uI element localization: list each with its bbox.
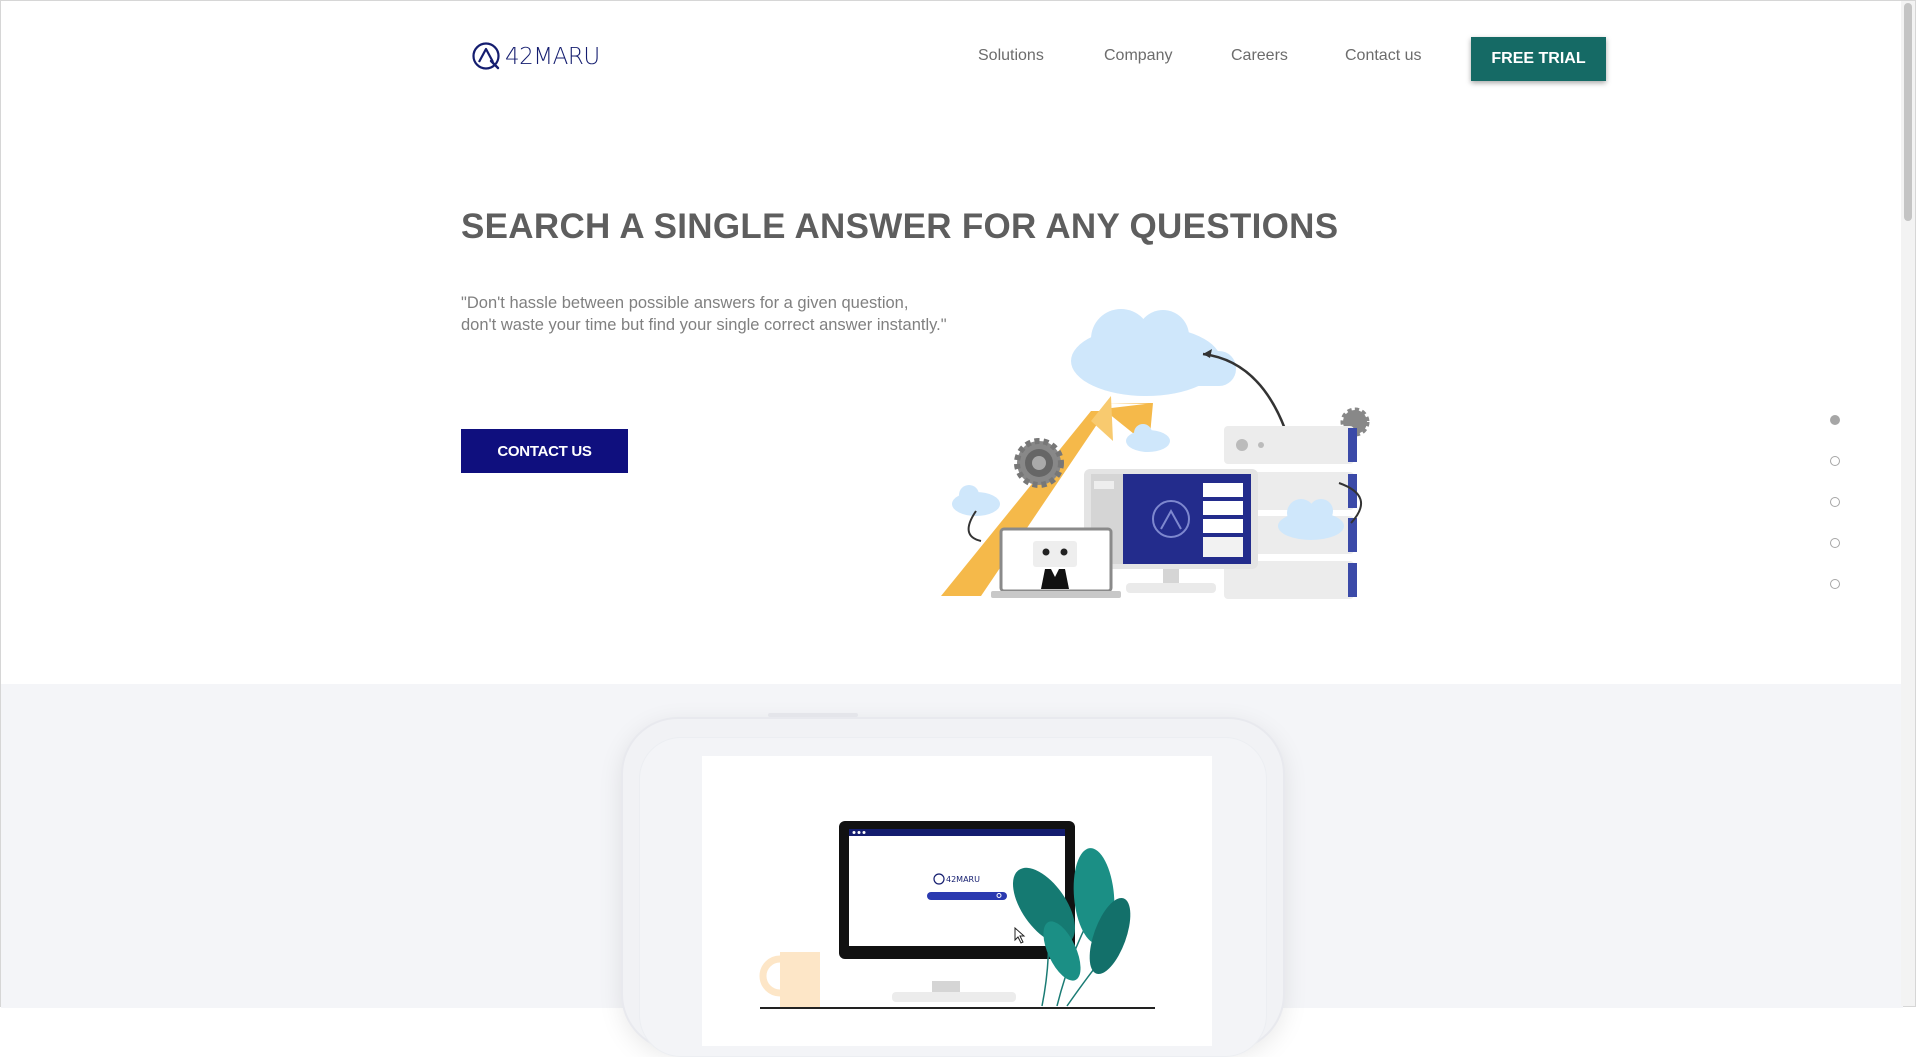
nav-company[interactable]: Company <box>1104 47 1172 65</box>
contact-us-button[interactable]: CONTACT US <box>461 429 628 473</box>
demo-illustration: 42MARU <box>759 821 1155 1009</box>
phone-mockup: 42MARU <box>623 713 1283 1057</box>
laptop <box>991 527 1121 598</box>
mug-icon <box>759 952 820 1008</box>
free-trial-button[interactable]: FREE TRIAL <box>1471 37 1606 81</box>
page-dot-2[interactable] <box>1830 456 1840 466</box>
hero-illustration <box>941 309 1370 599</box>
page-dot-1[interactable] <box>1830 415 1840 425</box>
scrollbar-thumb[interactable] <box>1904 3 1912 221</box>
cloud-icon <box>1071 309 1236 396</box>
hero-quote-line-2: don't waste your time but find your sing… <box>461 316 947 334</box>
main-nav: Solutions Company Careers Contact us <box>1 47 1915 69</box>
nav-contact-us[interactable]: Contact us <box>1345 47 1421 65</box>
page-dot-5[interactable] <box>1830 579 1840 589</box>
page-scrollbar[interactable] <box>1901 1 1915 1006</box>
gear-icon <box>1014 438 1064 488</box>
nav-careers[interactable]: Careers <box>1231 47 1288 65</box>
phone-speaker <box>768 713 858 717</box>
phone-screen: 42MARU <box>702 756 1212 1046</box>
hero-title: SEARCH A SINGLE ANSWER FOR ANY QUESTIONS <box>461 207 1339 246</box>
nav-solutions[interactable]: Solutions <box>978 47 1044 65</box>
hero-quote-line-1: "Don't hassle between possible answers f… <box>461 294 909 312</box>
page-dot-3[interactable] <box>1830 497 1840 507</box>
demo-logo-text: 42MARU <box>946 875 980 884</box>
page-dot-4[interactable] <box>1830 538 1840 548</box>
phone-bezel: 42MARU <box>639 737 1267 1057</box>
hero-quote: "Don't hassle between possible answers f… <box>461 292 1021 336</box>
